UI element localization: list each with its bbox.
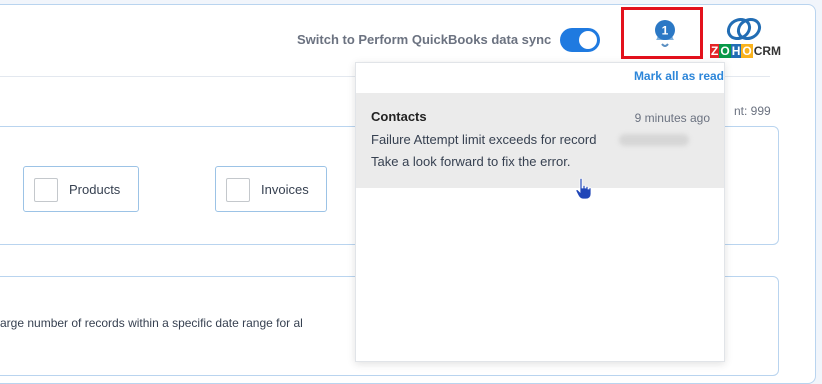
redacted-record-name [619,134,689,146]
notification-count-badge: 1 [662,24,669,38]
sync-toggle[interactable] [560,28,600,52]
sync-label: Switch to Perform QuickBooks data sync [297,32,552,47]
checkbox[interactable] [34,178,58,202]
notification-message-line2: Take a look forward to fix the error. [371,154,571,169]
zoho-crm-logo: Z O H O CRM [707,16,782,64]
notification-time: 9 minutes ago [634,111,710,125]
notifications-button[interactable]: 1 [621,7,703,59]
module-checkbox-invoices[interactable]: Invoices [215,166,327,212]
zoho-wordmark: Z O H O CRM [710,44,782,58]
toggle-knob [579,31,597,49]
notification-item[interactable]: Contacts 9 minutes ago Failure Attempt l… [356,93,724,188]
notifications-dropdown: Mark all as read Contacts 9 minutes ago … [355,62,725,362]
notification-title: Contacts [371,109,427,124]
checkbox[interactable] [226,178,250,202]
hand-cursor-icon [575,177,592,200]
bell-icon: 1 [655,20,675,47]
notification-message: Failure Attempt limit exceeds for record [371,132,597,147]
zoho-rings-icon [726,17,762,41]
mark-all-read-link[interactable]: Mark all as read [634,69,724,83]
record-count: nt: 999 [734,104,771,118]
module-label: Invoices [261,182,309,197]
module-checkbox-products[interactable]: Products [23,166,139,212]
module-label: Products [69,182,121,197]
app-window: Switch to Perform QuickBooks data sync 1… [0,0,822,384]
date-range-description: arge number of records within a specific… [0,316,303,330]
